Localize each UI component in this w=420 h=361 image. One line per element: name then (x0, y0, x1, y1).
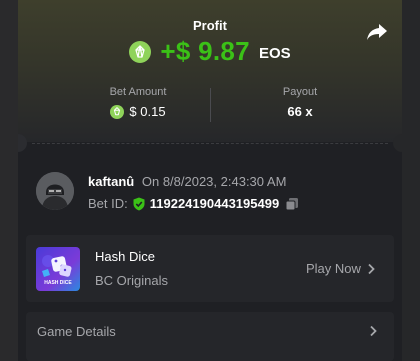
game-thumbnail: HASH DICE (36, 247, 80, 291)
game-provider: BC Originals (95, 273, 168, 288)
bet-id-label: Bet ID: (88, 196, 128, 211)
profit-currency: EOS (258, 45, 291, 62)
share-arrow-icon[interactable] (366, 22, 388, 42)
bet-details-card: Profit +$ 9.87 EOS Bet Amount $ 0.15 Pay… (18, 0, 402, 361)
bet-amount-label: Bet Amount (109, 86, 167, 98)
page-background-right (402, 0, 420, 361)
profit-row: +$ 9.87 EOS (18, 36, 402, 67)
play-now-label: Play Now (306, 261, 361, 276)
bet-amount-stat: Bet Amount $ 0.15 (78, 86, 198, 119)
chevron-right-icon (370, 325, 377, 337)
ticket-notch-right (393, 134, 402, 152)
stats-divider (210, 88, 211, 122)
bet-amount-value: $ 0.15 (129, 104, 166, 119)
avatar[interactable] (36, 172, 74, 210)
bet-user-line: kaftanû On 8/8/2023, 2:43:30 AM (88, 174, 286, 189)
game-card[interactable]: HASH DICE Hash Dice BC Originals Play No… (26, 235, 394, 302)
bet-id-value: 119224190443195499 (149, 196, 280, 211)
payout-label: Payout (282, 86, 318, 98)
copy-icon[interactable] (285, 197, 299, 211)
username[interactable]: kaftanû (88, 174, 134, 189)
game-details-label: Game Details (37, 324, 116, 339)
game-details-row[interactable]: Game Details (26, 312, 394, 361)
payout-value: 66 x (287, 104, 313, 119)
game-name: Hash Dice (95, 249, 155, 264)
profit-amount: +$ 9.87 (160, 36, 250, 66)
page-background-left (0, 0, 18, 361)
ticket-divider (32, 143, 388, 144)
play-now-button[interactable]: Play Now (306, 261, 375, 276)
bet-id-row: Bet ID: 119224190443195499 (88, 196, 299, 211)
eos-coin-icon (110, 104, 125, 119)
profit-label: Profit (193, 18, 227, 33)
chevron-right-icon (368, 263, 375, 274)
shield-check-icon (133, 197, 145, 211)
bet-timestamp: On 8/8/2023, 2:43:30 AM (141, 174, 287, 189)
bet-amount-value-row: $ 0.15 (78, 104, 198, 119)
game-thumbnail-label: HASH DICE (44, 280, 72, 286)
eos-coin-icon (129, 40, 152, 63)
payout-stat: Payout 66 x (240, 86, 360, 119)
